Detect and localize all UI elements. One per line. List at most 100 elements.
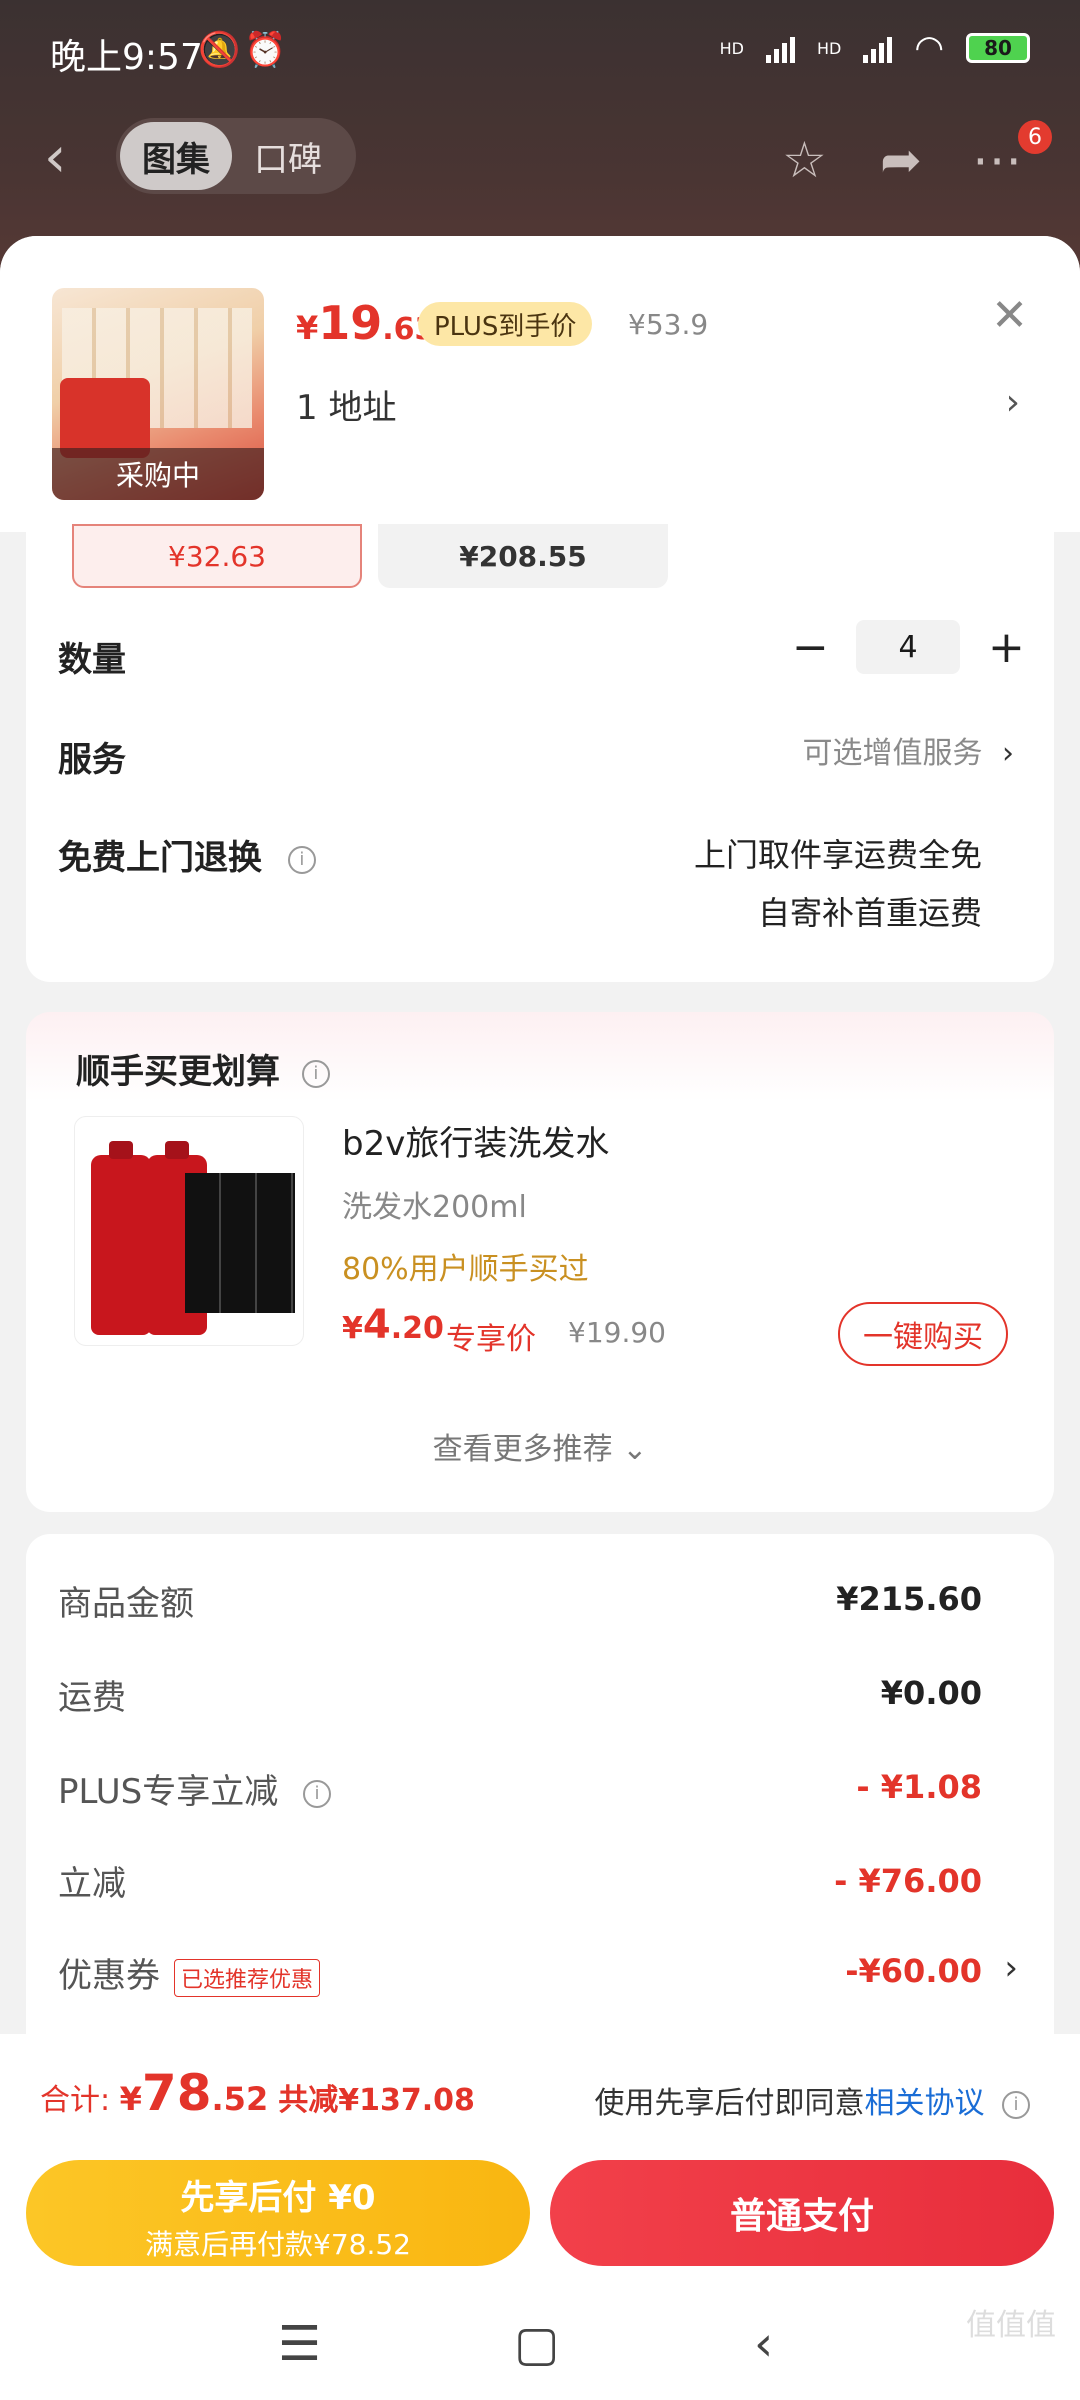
pay-later-title: 先享后付 ¥0: [180, 2178, 376, 2218]
return-policy-line1: 上门取件享运费全免: [693, 836, 982, 874]
tab-reviews[interactable]: 口碑: [232, 122, 344, 190]
coupon-label: 优惠券: [58, 1956, 160, 1996]
pay-later-subtitle: 满意后再付款¥78.52: [145, 2228, 411, 2261]
service-selector[interactable]: 可选增值服务 ›: [802, 728, 1014, 772]
home-icon[interactable]: ▢: [514, 2314, 559, 2374]
coupon-value: -¥60.00: [845, 1952, 982, 1990]
back-nav-icon[interactable]: ‹: [754, 2314, 773, 2374]
recommend-price-tag: 专享价: [446, 1322, 536, 1357]
return-policy-line2: 自寄补首重运费: [757, 894, 982, 932]
price-summary-card: 商品金额 ¥215.60 运费 ¥0.00 PLUS专享立减 i - ¥1.08…: [26, 1534, 1054, 2094]
product-image[interactable]: 采购中: [52, 288, 264, 500]
chevron-right-icon: ›: [1002, 736, 1014, 771]
header-bar: ‹ 图集 口碑 ☆ ➦ ⋯ 6: [0, 110, 1080, 210]
back-icon[interactable]: ‹: [44, 128, 104, 188]
summary-label: 商品金额: [58, 1584, 194, 1624]
more-recommend-link[interactable]: 查看更多推荐 ⌄: [26, 1424, 1054, 1468]
recommend-title: 顺手买更划算 i: [76, 1044, 330, 1093]
summary-label-text: PLUS专享立减: [58, 1772, 279, 1812]
summary-label: 运费: [58, 1678, 126, 1718]
total-savings: 共减¥137.08: [278, 2083, 475, 2118]
plus-price-chip: PLUS到手价: [418, 302, 593, 346]
info-icon[interactable]: i: [287, 845, 316, 874]
star-icon[interactable]: ☆: [782, 130, 827, 190]
checkout-bar: 合计: ¥78.52 共减¥137.08 使用先享后付即同意相关协议 i 先享后付…: [0, 2034, 1080, 2400]
product-price: ¥19.63: [296, 296, 435, 350]
summary-label: 立减: [58, 1864, 126, 1904]
spec-option[interactable]: ¥208.55: [378, 524, 668, 588]
sachet-graphic: [185, 1173, 295, 1313]
quantity-stepper: − 4 +: [792, 620, 1025, 674]
product-image-caption: 采购中: [52, 448, 264, 500]
recommend-price-int: 4: [362, 1302, 391, 1348]
chevron-right-icon[interactable]: ›: [1006, 382, 1020, 423]
recommend-original-price: ¥19.90: [568, 1316, 666, 1349]
recommend-spec: 洗发水200ml: [342, 1190, 527, 1225]
coupon-tag: 已选推荐优惠: [174, 1958, 321, 1997]
plus-button[interactable]: +: [988, 622, 1025, 673]
normal-pay-button[interactable]: 普通支付: [550, 2160, 1054, 2266]
recommend-hint: 80%用户顺手买过: [342, 1252, 589, 1287]
quantity-input[interactable]: 4: [856, 620, 960, 674]
recommend-name[interactable]: b2v旅行装洗发水: [342, 1116, 609, 1165]
notification-badge: 6: [1018, 120, 1052, 154]
status-bar: 晚上9:57 🔕 ⏰ HD HD ◠ 80: [0, 0, 1080, 100]
service-label: 服务: [58, 740, 126, 780]
mute-icon: 🔕: [198, 30, 241, 70]
watermark: 值值值: [966, 2308, 1056, 2343]
status-icons: HD HD ◠ 80: [720, 28, 1030, 68]
view-switch: 图集 口碑: [116, 118, 356, 194]
share-icon[interactable]: ➦: [880, 130, 922, 190]
agreement-prefix: 使用先享后付即同意: [594, 2086, 865, 2121]
tab-gallery[interactable]: 图集: [120, 122, 232, 190]
address-row[interactable]: 1 地址: [296, 380, 396, 429]
one-click-buy-button[interactable]: 一键购买: [838, 1302, 1008, 1366]
coupon-row[interactable]: 优惠券 已选推荐优惠: [58, 1948, 321, 1997]
chevron-right-icon[interactable]: ›: [1004, 1948, 1018, 1988]
menu-icon[interactable]: ☰: [278, 2314, 321, 2374]
total-amount: 合计: ¥78.52 共减¥137.08: [40, 2064, 475, 2122]
summary-value: - ¥76.00: [834, 1862, 982, 1900]
summary-value: - ¥1.08: [856, 1768, 982, 1806]
original-price: ¥53.9: [628, 308, 709, 341]
signal-icon-2: [863, 33, 893, 63]
bottle-graphic: [91, 1141, 151, 1335]
product-image-tag: [60, 378, 150, 458]
total-label: 合计:: [40, 2083, 120, 2118]
hd-label-2: HD: [816, 38, 842, 58]
total-symbol: ¥: [119, 2080, 142, 2118]
spec-option-selected[interactable]: ¥32.63: [72, 524, 362, 588]
product-price-int: 19: [318, 296, 383, 350]
hd-label-1: HD: [719, 38, 744, 58]
recommend-price-symbol: ¥: [342, 1311, 363, 1346]
recommend-price-dec: .20: [390, 1311, 444, 1346]
service-value: 可选增值服务: [802, 736, 983, 771]
product-price-symbol: ¥: [296, 309, 319, 347]
more-icon[interactable]: ⋯: [972, 130, 1022, 190]
info-icon[interactable]: i: [303, 1779, 332, 1808]
return-label-text: 免费上门退换: [58, 838, 262, 878]
options-card: ¥32.63 ¥208.55 数量 − 4 + 服务 可选增值服务 › 免费上门…: [26, 524, 1054, 982]
product-summary: 采购中 ¥19.63 PLUS到手价 ¥53.9 ✕ 1 地址 ›: [0, 236, 1080, 532]
agreement-link[interactable]: 相关协议: [864, 2086, 984, 2121]
system-nav-bar: ☰ ▢ ‹: [0, 2294, 1080, 2394]
recommend-card: 顺手买更划算 i b2v旅行装洗发水 洗发水200ml 80%用户顺手买过 ¥4…: [26, 1012, 1054, 1512]
summary-value: ¥0.00: [880, 1674, 982, 1712]
close-icon[interactable]: ✕: [991, 294, 1028, 338]
recommend-title-text: 顺手买更划算: [76, 1052, 280, 1092]
summary-label-plus: PLUS专享立减 i: [58, 1764, 332, 1813]
total-dec: .52: [211, 2080, 269, 2118]
pay-later-button[interactable]: 先享后付 ¥0 满意后再付款¥78.52: [26, 2160, 530, 2266]
summary-value: ¥215.60: [836, 1580, 982, 1618]
recommend-image[interactable]: [74, 1116, 304, 1346]
signal-icon: [765, 33, 795, 63]
info-icon[interactable]: i: [301, 1059, 330, 1088]
alarm-icon: ⏰: [244, 30, 287, 70]
total-int: 78: [141, 2064, 212, 2122]
quantity-label: 数量: [58, 640, 126, 680]
info-icon[interactable]: i: [1002, 2090, 1030, 2119]
minus-button[interactable]: −: [792, 622, 829, 673]
status-time: 晚上9:57: [50, 37, 203, 78]
agreement-text: 使用先享后付即同意相关协议 i: [594, 2078, 1030, 2122]
wifi-icon: ◠: [914, 28, 944, 68]
